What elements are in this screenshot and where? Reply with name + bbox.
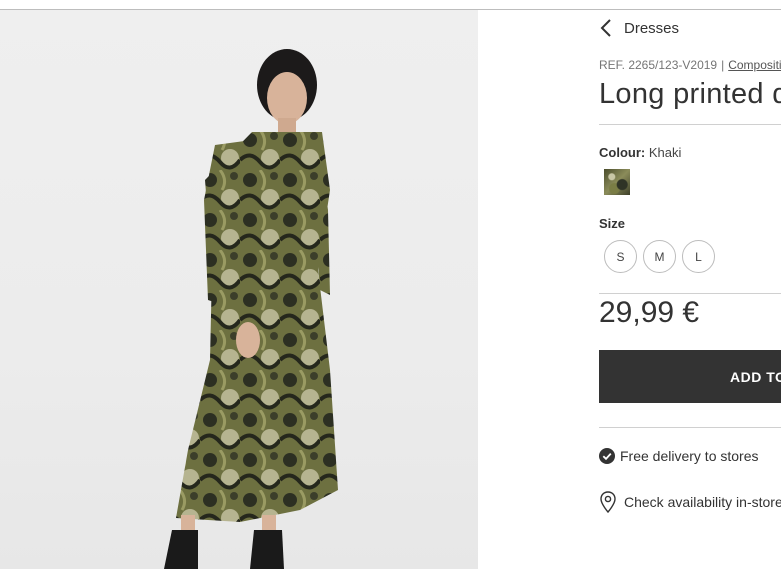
reference-number: REF. 2265/123-V2019 (599, 58, 718, 72)
reference-separator: | (721, 58, 725, 72)
location-pin-icon (600, 491, 616, 513)
product-title: Long printed dress (599, 78, 781, 110)
free-delivery-info: Free delivery to stores (599, 448, 759, 464)
check-circle-icon (599, 448, 615, 464)
size-option-l[interactable]: L (682, 240, 715, 273)
size-label: Size (599, 216, 626, 231)
check-availability-text: Check availability in-store (624, 494, 781, 510)
divider (599, 293, 781, 294)
product-price: 29,99 € (599, 296, 700, 329)
colour-label: Colour: (599, 145, 646, 160)
size-option-s[interactable]: S (604, 240, 637, 273)
breadcrumb-back-link[interactable]: Dresses (599, 18, 679, 38)
product-page: Dresses REF. 2265/123-V2019|Composition … (0, 0, 781, 569)
add-to-bag-label: ADD TO BAG (730, 368, 781, 385)
model-illustration (164, 49, 338, 569)
check-availability-link[interactable]: Check availability in-store (599, 491, 781, 513)
divider (599, 427, 781, 428)
composition-link[interactable]: Composition (728, 58, 781, 72)
product-image[interactable] (0, 10, 478, 569)
free-delivery-text: Free delivery to stores (620, 448, 759, 464)
breadcrumb-label: Dresses (624, 19, 680, 37)
colour-swatch-khaki[interactable] (604, 169, 630, 195)
add-to-bag-button[interactable]: ADD TO BAG (599, 350, 781, 403)
colour-value: Khaki (648, 145, 682, 160)
divider (599, 124, 781, 125)
product-info: Dresses REF. 2265/123-V2019|Composition … (599, 10, 781, 569)
header-divider (0, 0, 781, 10)
size-option-m[interactable]: M (643, 240, 676, 273)
product-reference: REF. 2265/123-V2019|Composition (599, 58, 781, 72)
chevron-left-icon (600, 19, 611, 37)
size-selector: S M L (604, 240, 721, 273)
colour-info: Colour: Khaki (599, 145, 681, 160)
